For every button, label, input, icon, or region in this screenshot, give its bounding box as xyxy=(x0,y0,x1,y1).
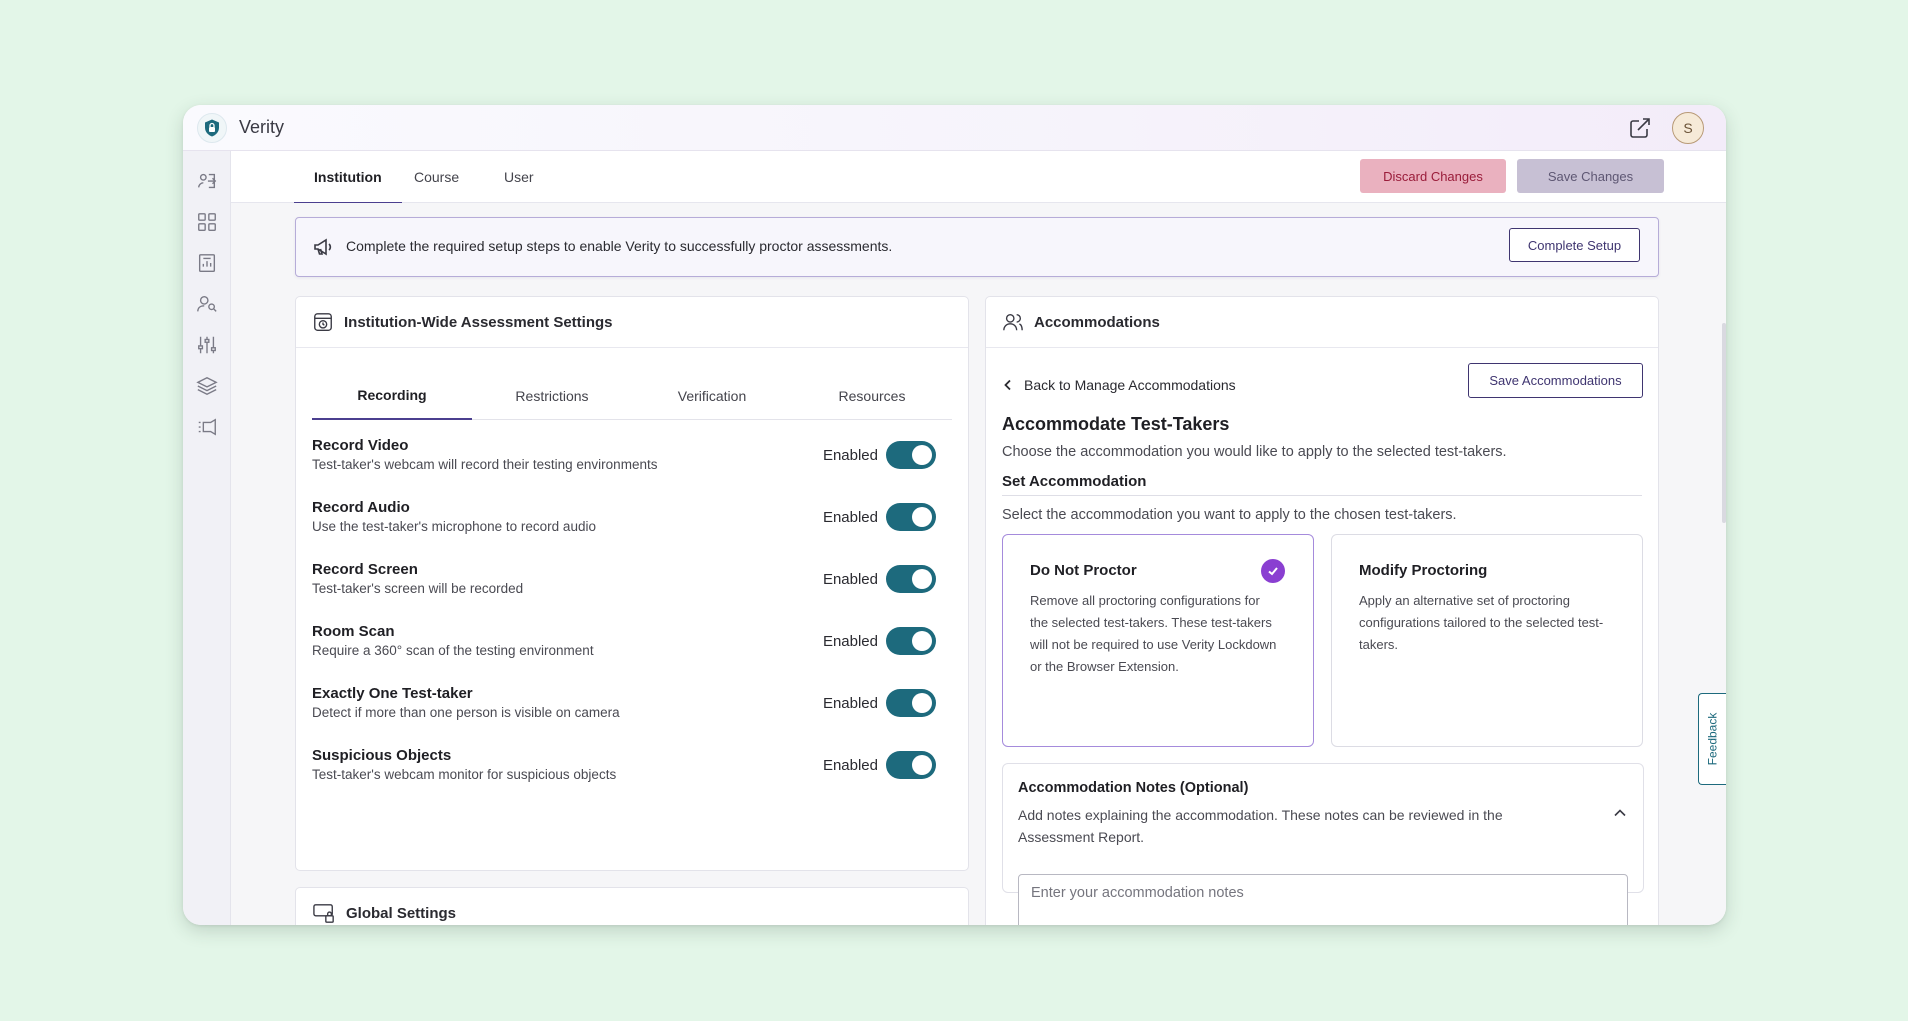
global-settings-header[interactable]: Global Settings xyxy=(296,888,968,925)
users-icon xyxy=(1002,311,1024,333)
tab-institution[interactable]: Institution xyxy=(294,151,402,204)
shield-lock-icon xyxy=(197,112,227,143)
subtab-recording[interactable]: Recording xyxy=(312,372,472,420)
record-video-toggle[interactable] xyxy=(886,441,936,469)
setting-title: Record Audio xyxy=(312,499,410,516)
tab-user[interactable]: User xyxy=(504,151,534,203)
assessment-settings-title: Institution-Wide Assessment Settings xyxy=(344,313,613,331)
accommodations-card: Accommodations Back to Manage Accommodat… xyxy=(985,296,1659,925)
setting-status: Enabled xyxy=(822,509,878,526)
setting-row: Suspicious Objects Test-taker's webcam m… xyxy=(312,747,952,797)
megaphone-icon xyxy=(312,235,336,264)
banner-text: Complete the required setup steps to ena… xyxy=(346,238,893,254)
setting-title: Record Video xyxy=(312,437,409,454)
external-link-icon[interactable] xyxy=(1628,116,1652,140)
back-to-accommodations-link[interactable]: Back to Manage Accommodations xyxy=(1002,377,1236,393)
accommodation-notes-panel: Accommodation Notes (Optional) Add notes… xyxy=(1002,763,1644,925)
setting-row: Room Scan Require a 360° scan of the tes… xyxy=(312,623,952,673)
accommodate-heading: Accommodate Test-Takers xyxy=(1002,414,1230,434)
setting-title: Room Scan xyxy=(312,623,395,640)
settings-clock-icon xyxy=(312,311,334,333)
option-title: Modify Proctoring xyxy=(1359,562,1488,579)
setting-status: Enabled xyxy=(822,757,878,774)
setting-desc: Use the test-taker's microphone to recor… xyxy=(312,519,596,534)
sidebar-settings-sliders-icon[interactable] xyxy=(195,333,219,357)
option-do-not-proctor[interactable]: Do Not Proctor Remove all proctoring con… xyxy=(1002,534,1314,747)
save-accommodations-button[interactable]: Save Accommodations xyxy=(1468,363,1643,398)
option-desc: Remove all proctoring configurations for… xyxy=(1030,593,1277,674)
set-accommodation-sub: Select the accommodation you want to app… xyxy=(1002,507,1457,523)
sidebar-reports-icon[interactable] xyxy=(195,251,219,275)
check-icon xyxy=(1261,559,1285,583)
setting-desc: Require a 360° scan of the testing envir… xyxy=(312,643,594,658)
accommodations-title: Accommodations xyxy=(1034,313,1160,331)
option-modify-proctoring[interactable]: Modify Proctoring Apply an alternative s… xyxy=(1331,534,1643,747)
scrollbar[interactable] xyxy=(1722,323,1726,523)
chevron-left-icon xyxy=(1004,379,1011,391)
option-title: Do Not Proctor xyxy=(1030,562,1137,579)
title-bar: Verity S xyxy=(183,105,1726,151)
setting-row: Record Audio Use the test-taker's microp… xyxy=(312,499,952,549)
global-lock-icon xyxy=(312,902,336,924)
record-audio-toggle[interactable] xyxy=(886,503,936,531)
top-nav: Institution Course User Discard Changes … xyxy=(231,151,1726,204)
suspicious-objects-toggle[interactable] xyxy=(886,751,936,779)
sidebar-dashboard-icon[interactable] xyxy=(195,210,219,234)
global-settings-card: Global Settings xyxy=(295,887,969,925)
tab-course[interactable]: Course xyxy=(414,151,459,203)
avatar[interactable]: S xyxy=(1672,112,1704,144)
set-accommodation-title: Set Accommodation xyxy=(1002,473,1147,490)
divider xyxy=(1002,495,1642,496)
subtab-restrictions[interactable]: Restrictions xyxy=(472,372,632,420)
setting-desc: Test-taker's screen will be recorded xyxy=(312,581,524,596)
accommodate-subheading: Choose the accommodation you would like … xyxy=(1002,444,1507,460)
chevron-up-icon[interactable] xyxy=(1613,806,1627,825)
setting-status: Enabled xyxy=(822,633,878,650)
save-changes-button[interactable]: Save Changes xyxy=(1517,159,1664,193)
sidebar xyxy=(183,151,231,925)
sidebar-login-icon[interactable] xyxy=(195,169,219,193)
setting-desc: Test-taker's webcam monitor for suspicio… xyxy=(312,767,617,782)
subtab-resources[interactable]: Resources xyxy=(792,372,952,420)
feedback-label: Feedback xyxy=(1705,712,1720,766)
sidebar-user-search-icon[interactable] xyxy=(195,292,219,316)
setting-title: Suspicious Objects xyxy=(312,747,452,764)
setting-desc: Test-taker's webcam will record their te… xyxy=(312,457,658,472)
sidebar-announcement-icon[interactable] xyxy=(195,415,219,439)
complete-setup-button[interactable]: Complete Setup xyxy=(1509,228,1640,262)
app-title: Verity xyxy=(239,117,285,137)
feedback-button[interactable]: Feedback xyxy=(1698,693,1726,785)
assessment-settings-header: Institution-Wide Assessment Settings xyxy=(296,297,968,348)
setting-status: Enabled xyxy=(822,571,878,588)
setup-banner: Complete the required setup steps to ena… xyxy=(295,217,1659,277)
global-settings-title: Global Settings xyxy=(346,904,457,922)
notes-desc: Add notes explaining the accommodation. … xyxy=(1018,807,1503,845)
sidebar-layers-icon[interactable] xyxy=(195,374,219,398)
main-content: Complete the required setup steps to ena… xyxy=(231,203,1726,925)
accommodation-notes-input[interactable] xyxy=(1018,874,1628,925)
one-test-taker-toggle[interactable] xyxy=(886,689,936,717)
record-screen-toggle[interactable] xyxy=(886,565,936,593)
setting-title: Record Screen xyxy=(312,561,418,578)
setting-row: Exactly One Test-taker Detect if more th… xyxy=(312,685,952,735)
accommodations-header: Accommodations xyxy=(986,297,1658,348)
setting-row: Record Screen Test-taker's screen will b… xyxy=(312,561,952,611)
setting-row: Record Video Test-taker's webcam will re… xyxy=(312,437,952,487)
setting-title: Exactly One Test-taker xyxy=(312,685,473,702)
discard-changes-button[interactable]: Discard Changes xyxy=(1360,159,1506,193)
setting-status: Enabled xyxy=(822,447,878,464)
room-scan-toggle[interactable] xyxy=(886,627,936,655)
assessment-settings-card: Institution-Wide Assessment Settings Rec… xyxy=(295,296,969,871)
app-window: Verity S Institution Course User Discard… xyxy=(183,105,1726,925)
notes-title: Accommodation Notes (Optional) xyxy=(1018,780,1249,796)
subtab-verification[interactable]: Verification xyxy=(632,372,792,420)
setting-desc: Detect if more than one person is visibl… xyxy=(312,705,620,720)
option-desc: Apply an alternative set of proctoring c… xyxy=(1359,593,1604,652)
settings-subtabs: Recording Restrictions Verification Reso… xyxy=(312,372,952,420)
setting-status: Enabled xyxy=(822,695,878,712)
back-link-label: Back to Manage Accommodations xyxy=(1024,377,1236,393)
